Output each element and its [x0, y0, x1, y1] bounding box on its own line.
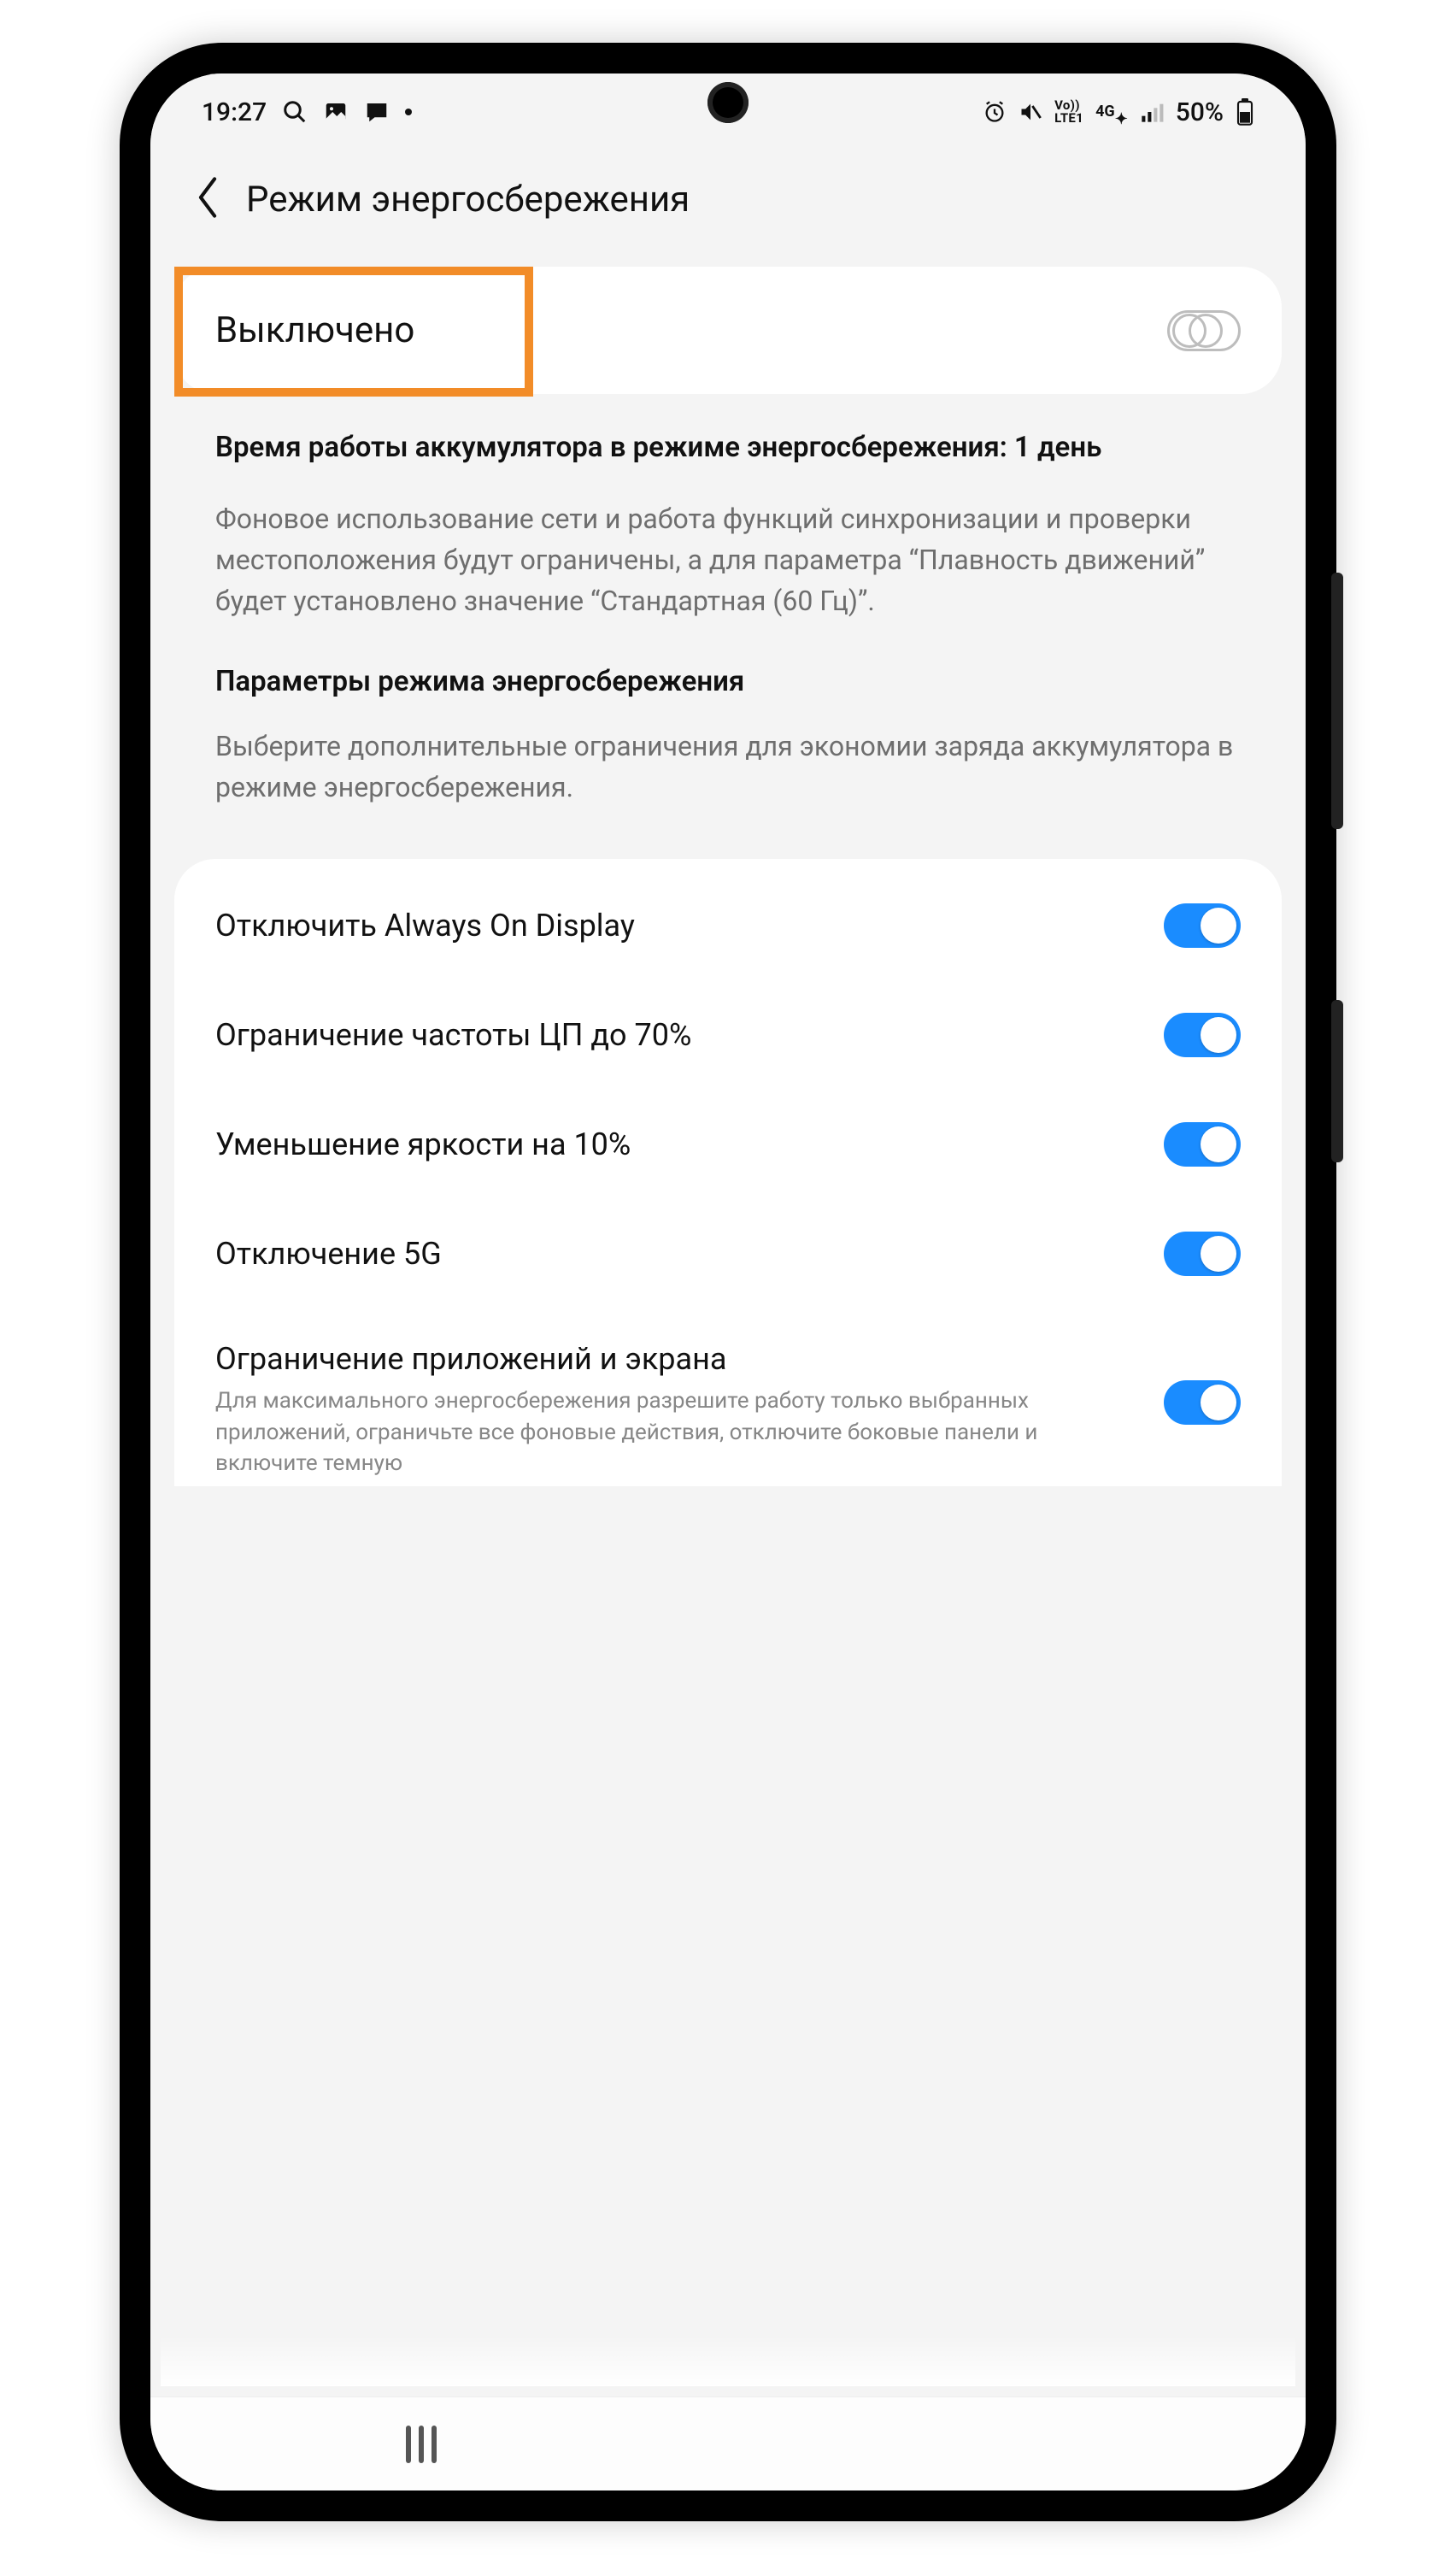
master-toggle[interactable] [1167, 310, 1241, 351]
params-title: Параметры режима энергосбережения [215, 662, 1241, 702]
option-label: Ограничение частоты ЦП до 70% [215, 1017, 691, 1053]
info-block: Время работы аккумулятора в режиме энерг… [174, 394, 1282, 859]
back-button[interactable] [193, 174, 222, 224]
master-toggle-label: Выключено [215, 309, 414, 351]
option-label: Уменьшение яркости на 10% [215, 1126, 631, 1162]
options-card: Отключить Always On Display Ограничение … [174, 859, 1282, 1485]
option-description: Для максимального энергосбережения разре… [215, 1385, 1136, 1479]
volte-icon: Vo))LTE1 [1054, 99, 1083, 125]
page-title: Режим энергосбережения [246, 179, 690, 221]
estimated-time-title: Время работы аккумулятора в режиме энерг… [215, 428, 1241, 468]
option-brightness[interactable]: Уменьшение яркости на 10% [174, 1090, 1282, 1199]
message-icon [364, 99, 390, 125]
option-label: Отключить Always On Display [215, 908, 635, 944]
power-button [1331, 1000, 1343, 1162]
option-cpu-toggle[interactable] [1164, 1013, 1241, 1057]
camera-notch [707, 82, 749, 123]
signal-icon [1140, 100, 1164, 124]
option-5g-toggle[interactable] [1164, 1232, 1241, 1276]
more-notifications-dot [405, 109, 412, 115]
option-apps-screen[interactable]: Ограничение приложений и экрана Для макс… [174, 1308, 1282, 1485]
volume-button [1331, 573, 1343, 829]
alarm-icon [983, 100, 1007, 124]
search-icon [282, 99, 308, 125]
option-aod[interactable]: Отключить Always On Display [174, 871, 1282, 980]
option-label: Отключение 5G [215, 1236, 442, 1272]
option-apps-toggle[interactable] [1164, 1380, 1241, 1425]
battery-percent: 50% [1176, 97, 1224, 127]
params-description: Выберите дополнительные ограничения для … [215, 726, 1241, 808]
status-time: 19:27 [202, 97, 267, 127]
phone-frame: 19:27 [120, 43, 1336, 2521]
option-5g[interactable]: Отключение 5G [174, 1199, 1282, 1308]
master-toggle-card: Выключено [174, 267, 1282, 394]
option-brightness-toggle[interactable] [1164, 1122, 1241, 1167]
battery-icon [1236, 98, 1254, 126]
page-header: Режим энергосбережения [150, 150, 1306, 267]
gallery-icon [323, 99, 349, 125]
nav-recent-button[interactable] [406, 2426, 437, 2463]
option-aod-toggle[interactable] [1164, 903, 1241, 948]
network-type-icon: 4G✦ [1095, 97, 1128, 127]
navigation-bar [150, 2396, 1306, 2490]
mute-icon [1019, 100, 1042, 124]
option-label: Ограничение приложений и экрана [215, 1341, 1136, 1377]
option-cpu-limit[interactable]: Ограничение частоты ЦП до 70% [174, 980, 1282, 1090]
mode-description: Фоновое использование сети и работа функ… [215, 498, 1241, 621]
